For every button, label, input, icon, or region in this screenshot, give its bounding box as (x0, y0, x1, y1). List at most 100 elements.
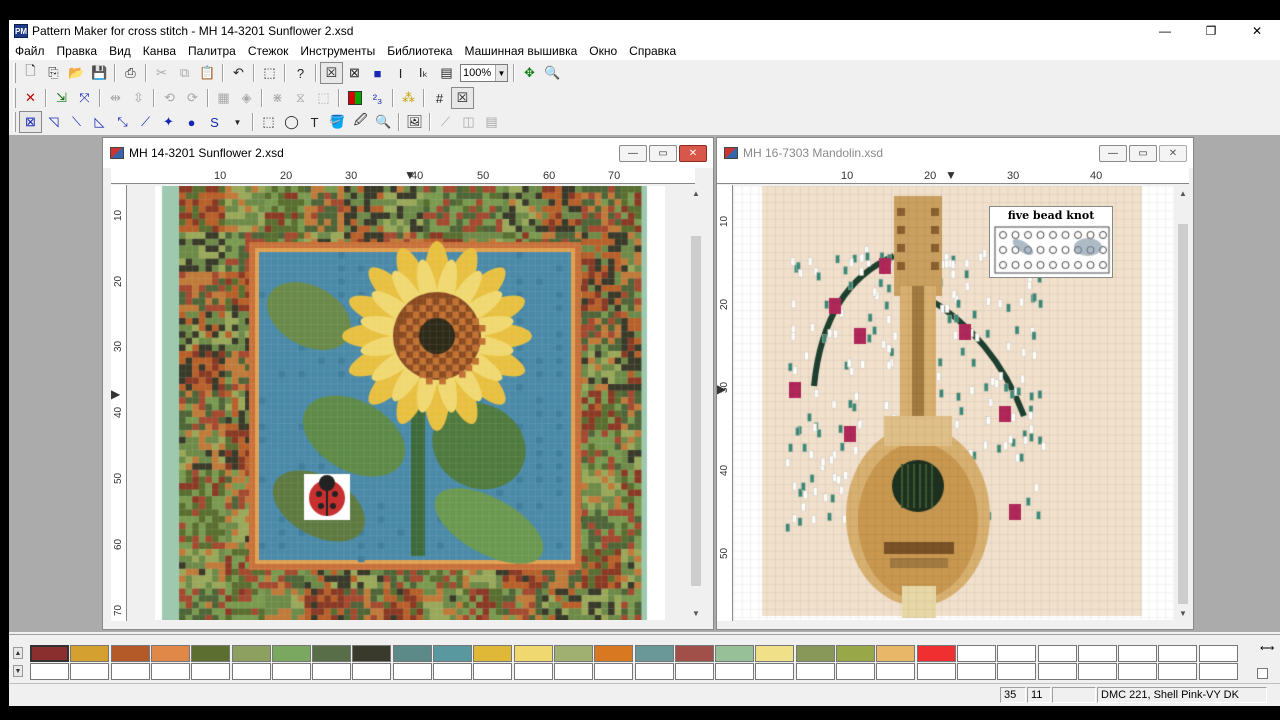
palette-empty-slot[interactable] (513, 663, 553, 680)
rotate-left-icon[interactable]: ⟲ (158, 87, 181, 109)
cut-icon[interactable]: ✂ (150, 62, 173, 84)
menu-window[interactable]: Окно (583, 42, 623, 60)
chevron-down-icon[interactable]: ▼ (495, 65, 507, 81)
palette-empty-slot[interactable] (1198, 663, 1238, 680)
renumber-icon[interactable]: ²₃ (366, 87, 389, 109)
palette-down-icon[interactable]: ▼ (13, 665, 23, 677)
palette-swatch[interactable] (352, 645, 392, 662)
palette-swatch[interactable] (916, 645, 956, 662)
insert-icon[interactable]: ⇲ (50, 87, 73, 109)
palette-empty-slot[interactable] (271, 663, 311, 680)
palette-swatch[interactable] (392, 645, 432, 662)
zoom-tool-icon[interactable]: 🔍 (541, 62, 564, 84)
eyedropper-icon[interactable]: 🖉 (349, 111, 372, 133)
text-tool-icon[interactable]: I (389, 62, 412, 84)
restore-button[interactable]: ❐ (1188, 20, 1234, 42)
realistic-view-icon[interactable]: ⊠ (343, 62, 366, 84)
doc-close-button[interactable]: ✕ (1159, 145, 1187, 162)
palette-empty-slot[interactable] (997, 663, 1037, 680)
fill-bucket-icon[interactable]: 🪣 (326, 111, 349, 133)
palette-empty-slot[interactable] (110, 663, 150, 680)
doc-minimize-button[interactable]: — (1099, 145, 1127, 162)
image-overlay-icon[interactable]: 🖼 (403, 111, 426, 133)
palette-empty-slot[interactable] (553, 663, 593, 680)
special-stitch-icon[interactable]: S (203, 111, 226, 133)
palette-empty-slot[interactable] (916, 663, 956, 680)
menu-view[interactable]: Вид (103, 42, 137, 60)
palette-swatch[interactable] (30, 645, 69, 662)
new-from-template-icon[interactable]: ⎘ (42, 62, 65, 84)
palette-empty-slot[interactable] (1118, 645, 1158, 662)
palette-empty-slot[interactable] (1037, 645, 1077, 662)
long-stitch-icon[interactable]: ⟋ (134, 111, 157, 133)
paste-icon[interactable]: 📋 (196, 62, 219, 84)
palette-swatch[interactable] (795, 645, 835, 662)
bead-stitch-icon[interactable]: ● (180, 111, 203, 133)
palette-swatch[interactable] (634, 645, 674, 662)
magnifier-icon[interactable]: 🔍 (372, 111, 395, 133)
scroll-down-icon[interactable]: ▼ (688, 606, 704, 620)
palette-empty-slot[interactable] (231, 663, 271, 680)
show-stitches-icon[interactable]: ☒ (451, 87, 474, 109)
palette-empty-slot[interactable] (352, 663, 392, 680)
palette-empty-slot[interactable] (674, 663, 714, 680)
palette-swatch[interactable] (433, 645, 472, 662)
menu-file[interactable]: Файл (9, 42, 51, 60)
zoom-fit-icon[interactable]: ✥ (518, 62, 541, 84)
delete-icon[interactable]: ✕ (19, 87, 42, 109)
palette-swatch[interactable] (271, 645, 311, 662)
palette-empty-slot[interactable] (1037, 663, 1077, 680)
palette-empty-slot[interactable] (1158, 663, 1198, 680)
scroll-up-icon[interactable]: ▲ (1175, 186, 1191, 200)
split-view-icon[interactable]: ◫ (457, 111, 480, 133)
color-block-view-icon[interactable]: ■ (366, 62, 389, 84)
menu-tools[interactable]: Инструменты (294, 42, 381, 60)
palette-swatch[interactable] (70, 645, 110, 662)
doc-minimize-button[interactable]: — (619, 145, 647, 162)
remove-stitches-icon[interactable]: ⤧ (73, 87, 96, 109)
palette-swatch[interactable] (715, 645, 755, 662)
palette-empty-slot[interactable] (392, 663, 432, 680)
palette-empty-slot[interactable] (956, 663, 996, 680)
menu-edit[interactable]: Правка (51, 42, 104, 60)
palette-scroll-icon[interactable]: ⟷ (1260, 643, 1274, 657)
palette-icon[interactable] (343, 87, 366, 109)
scroll-down-icon[interactable]: ▼ (1175, 606, 1191, 620)
select-similar-icon[interactable]: ⋇ (266, 87, 289, 109)
toolbar-grip[interactable] (13, 88, 16, 108)
print-icon[interactable]: ⎙ (119, 62, 142, 84)
palette-empty-slot[interactable] (836, 663, 875, 680)
crop-icon[interactable]: ⬚ (312, 87, 335, 109)
palette-swatch[interactable] (231, 645, 271, 662)
palette-empty-slot[interactable] (30, 663, 69, 680)
palette-empty-slot[interactable] (956, 645, 996, 662)
palette-empty-slot[interactable] (997, 645, 1037, 662)
new-icon[interactable]: 🗋 (19, 62, 42, 84)
menu-help[interactable]: Справка (623, 42, 682, 60)
menu-stitch[interactable]: Стежок (242, 42, 295, 60)
open-icon[interactable]: 📂 (65, 62, 88, 84)
half-stitch-icon[interactable]: ⟍ (65, 111, 88, 133)
replace-color-icon[interactable]: ◈ (235, 87, 258, 109)
palette-empty-slot[interactable] (795, 663, 835, 680)
doc-maximize-button[interactable]: ▭ (1129, 145, 1157, 162)
palette-empty-slot[interactable] (150, 663, 190, 680)
cross-stitch-view-icon[interactable]: ☒ (320, 62, 343, 84)
palette-swatch[interactable] (836, 645, 875, 662)
vertical-scrollbar[interactable]: ▲ ▼ (1175, 186, 1191, 620)
scroll-up-icon[interactable]: ▲ (688, 186, 704, 200)
scrollbar-thumb[interactable] (1178, 224, 1188, 604)
mirror-horizontal-icon[interactable]: ⇹ (104, 87, 127, 109)
vertical-scrollbar[interactable]: ▲ ▼ (688, 186, 704, 620)
palette-swatch[interactable] (674, 645, 714, 662)
document-title-bar[interactable]: MH 14-3201 Sunflower 2.xsd — ▭ ✕ (103, 138, 713, 168)
palette-empty-slot[interactable] (1077, 645, 1117, 662)
doc-close-button[interactable]: ✕ (679, 145, 707, 162)
backstitch-icon[interactable]: ⤡ (111, 111, 134, 133)
lasso-select-icon[interactable]: ◯ (280, 111, 303, 133)
text-icon[interactable]: T (303, 111, 326, 133)
close-button[interactable]: ✕ (1234, 20, 1280, 42)
menu-machine-embroidery[interactable]: Машинная вышивка (458, 42, 583, 60)
palette-swatch[interactable] (191, 645, 231, 662)
minimize-button[interactable]: — (1142, 20, 1188, 42)
